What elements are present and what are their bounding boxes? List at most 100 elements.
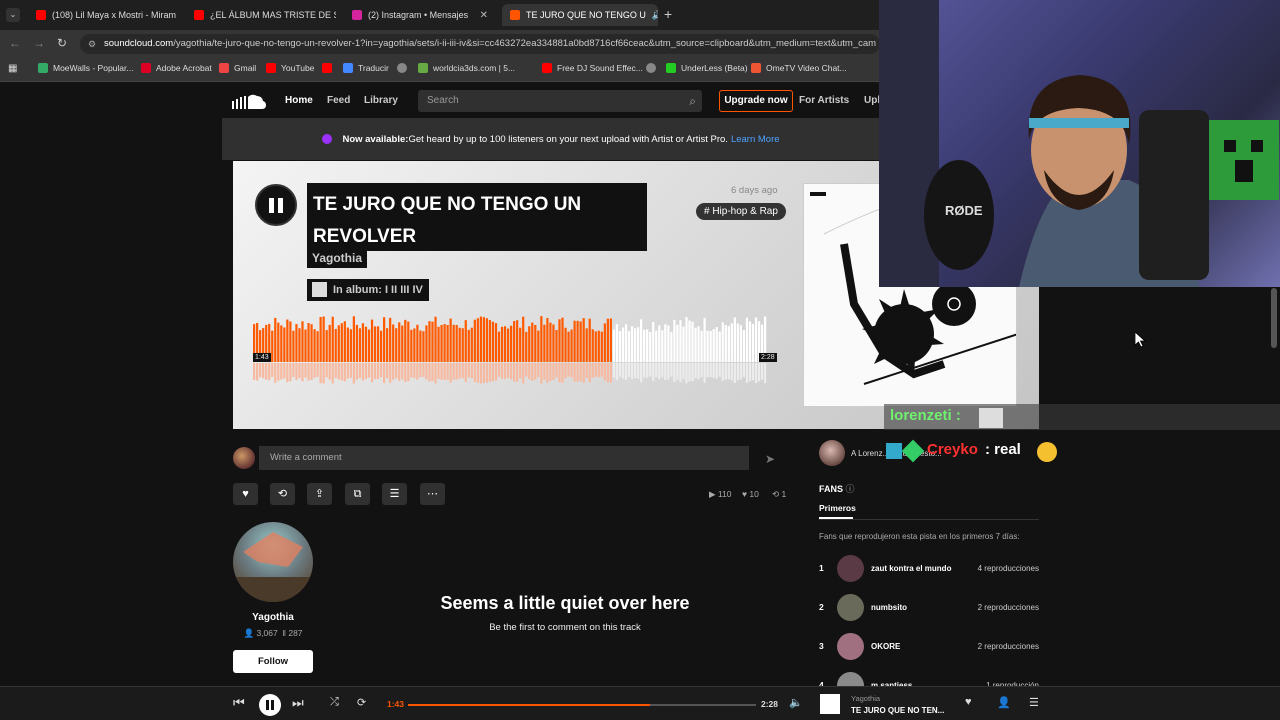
like-button[interactable]: ♥ xyxy=(233,483,258,505)
browser-tab[interactable]: ¿EL ÁLBUM MAS TRISTE DE SU ✕ xyxy=(186,4,336,26)
address-bar[interactable]: ⚙ soundcloud.com/yagothia/te-juro-que-no… xyxy=(80,34,880,54)
bookmark-item[interactable]: Free DJ Sound Effec... xyxy=(542,63,643,73)
waveform-bars[interactable] xyxy=(253,316,767,384)
browser-tab[interactable]: (108) Lil Maya x Mostri - Miram ✕ xyxy=(28,4,178,26)
chat-username: lorenzeti : xyxy=(890,407,961,424)
plays-count: ▶ 110 xyxy=(709,489,732,499)
bookmark-item[interactable]: Traducir xyxy=(343,63,389,73)
nav-home[interactable]: Home xyxy=(285,95,313,106)
follow-user-icon[interactable]: 👤 xyxy=(997,696,1011,709)
promo-banner: Now available: Get heard by up to 100 li… xyxy=(222,118,880,160)
new-tab-button[interactable]: + xyxy=(664,6,672,22)
volume-icon[interactable]: 🔈 xyxy=(789,696,803,709)
fan-name[interactable]: zaut kontra el mundo xyxy=(871,564,951,573)
badge-icon xyxy=(886,443,902,459)
fan-avatar[interactable] xyxy=(837,555,864,582)
youtube-icon xyxy=(322,63,332,73)
fan-avatar[interactable] xyxy=(837,633,864,660)
nav-upload[interactable]: Upl xyxy=(864,95,880,106)
now-playing-title[interactable]: TE JURO QUE NO TEN... xyxy=(851,706,944,715)
next-icon[interactable]: ⏭ xyxy=(292,695,304,711)
send-icon[interactable]: ➤ xyxy=(759,448,781,470)
search-input[interactable]: Search ⌕ xyxy=(418,90,702,112)
learn-more-link[interactable]: Learn More xyxy=(731,134,780,145)
bookmark-item[interactable] xyxy=(397,63,412,73)
waveform-reflection xyxy=(534,363,537,380)
browser-tab-active[interactable]: TE JURO QUE NO TENGO U 🔊 ✕ xyxy=(502,4,658,26)
tab-search-icon[interactable]: ⌄ xyxy=(6,8,20,22)
bookmark-item[interactable]: MoeWalls - Popular... xyxy=(38,63,133,73)
waveform-reflection xyxy=(706,363,709,378)
progress-track[interactable] xyxy=(408,704,756,706)
waveform-reflection xyxy=(727,363,730,380)
nav-for-artists[interactable]: For Artists xyxy=(799,95,849,106)
now-playing-artwork[interactable] xyxy=(820,694,840,714)
nav-feed[interactable]: Feed xyxy=(327,95,350,106)
user-avatar[interactable] xyxy=(233,447,255,469)
repeat-icon[interactable]: ⟳ xyxy=(357,696,366,709)
waveform-bar xyxy=(479,316,482,362)
more-button[interactable]: ⋯ xyxy=(420,483,445,505)
follow-button[interactable]: Follow xyxy=(233,650,313,673)
heart-icon[interactable]: ♥ xyxy=(965,696,972,708)
info-icon[interactable]: ⓘ xyxy=(846,484,855,494)
fan-row[interactable]: 1 zaut kontra el mundo 4 reproducciones xyxy=(819,555,1039,583)
bookmark-item[interactable]: UnderLess (Beta) xyxy=(666,63,748,73)
waveform-reflection xyxy=(386,363,389,379)
comment-input[interactable]: Write a comment xyxy=(259,446,749,470)
artist-avatar[interactable] xyxy=(233,522,313,602)
waveform-reflection xyxy=(461,363,464,379)
fan-name[interactable]: OKORE xyxy=(871,642,900,651)
share-button[interactable]: ⇪ xyxy=(307,483,332,505)
bookmark-item[interactable] xyxy=(322,63,337,73)
pause-button[interactable] xyxy=(255,184,297,226)
fan-avatar[interactable] xyxy=(837,594,864,621)
fan-name[interactable]: numbsito xyxy=(871,603,907,612)
queue-icon[interactable]: ☰ xyxy=(1029,696,1039,709)
album-link[interactable]: In album: I II III IV xyxy=(307,279,429,301)
back-icon[interactable]: ← xyxy=(9,36,21,50)
player-total-time: 2:28 xyxy=(761,699,779,709)
now-playing-artist[interactable]: Yagothia xyxy=(851,694,880,703)
site-info-icon[interactable]: ⚙ xyxy=(88,34,96,54)
waveform-bar xyxy=(658,325,661,362)
upgrade-button[interactable]: Upgrade now xyxy=(719,90,793,112)
genre-tag[interactable]: # Hip-hop & Rap xyxy=(696,203,786,220)
player-pause-button[interactable] xyxy=(259,694,281,716)
liker-avatar[interactable] xyxy=(819,440,845,466)
search-icon[interactable]: ⌕ xyxy=(689,90,696,112)
waveform-reflection xyxy=(519,363,522,379)
waveform-reflection xyxy=(621,363,625,379)
apps-icon[interactable]: ▦ xyxy=(8,63,17,74)
bookmark-item[interactable] xyxy=(646,63,661,73)
waveform-reflection xyxy=(470,363,473,379)
fan-row[interactable]: 3 OKORE 2 reproducciones xyxy=(819,633,1039,661)
waveform[interactable]: 1:43 2:28 xyxy=(253,316,777,384)
waveform-reflection xyxy=(561,363,564,383)
forward-icon[interactable]: → xyxy=(33,36,45,50)
add-to-playlist-button[interactable]: ☰ xyxy=(382,483,407,505)
bookmark-item[interactable]: YouTube xyxy=(266,63,314,73)
artist-name[interactable]: Yagothia xyxy=(233,612,313,623)
scrollbar[interactable] xyxy=(1271,288,1277,348)
bookmark-item[interactable]: worldcia3ds.com | 5... xyxy=(418,63,515,73)
fan-row[interactable]: 2 numbsito 2 reproducciones xyxy=(819,594,1039,622)
tab-primeros[interactable]: Primeros xyxy=(819,503,856,513)
track-artist[interactable]: Yagothia xyxy=(307,248,368,268)
repost-button[interactable]: ⟲ xyxy=(270,483,295,505)
close-icon[interactable]: ✕ xyxy=(176,10,178,21)
copy-link-button[interactable]: ⧉ xyxy=(345,483,370,505)
speaker-icon[interactable]: 🔊 xyxy=(652,10,658,21)
bookmark-item[interactable]: OmeTV Video Chat... xyxy=(751,63,847,73)
bookmark-item[interactable]: Adobe Acrobat xyxy=(141,63,212,73)
browser-tab[interactable]: (2) Instagram • Mensajes ✕ xyxy=(344,4,496,26)
shuffle-icon[interactable]: ⤮ xyxy=(330,696,339,709)
waveform-bar xyxy=(715,327,718,362)
close-icon[interactable]: ✕ xyxy=(474,10,488,21)
bookmark-item[interactable]: Gmail xyxy=(219,63,256,73)
previous-icon[interactable]: ⏮ xyxy=(233,695,245,711)
reload-icon[interactable]: ↻ xyxy=(57,36,67,50)
nav-library[interactable]: Library xyxy=(364,95,398,106)
waveform-reflection xyxy=(709,363,712,377)
soundcloud-logo-icon[interactable] xyxy=(232,93,266,109)
